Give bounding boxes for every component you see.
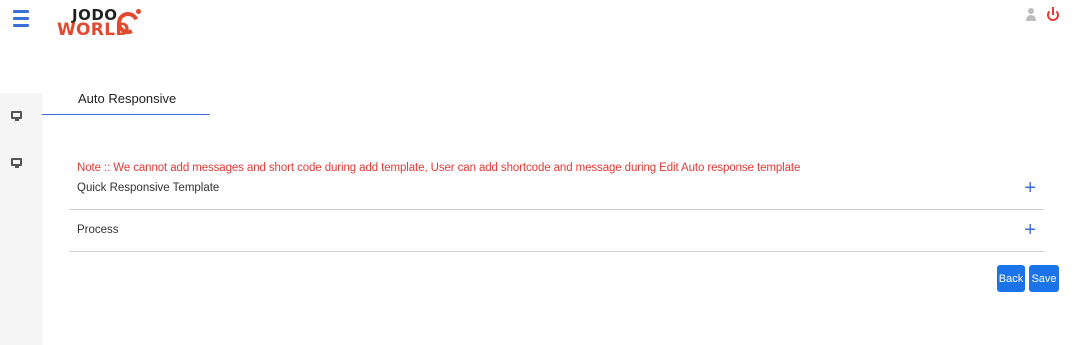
user-icon[interactable] — [1026, 8, 1036, 22]
back-button[interactable]: Back — [997, 265, 1025, 292]
accordion-process[interactable]: Process + — [69, 210, 1044, 252]
sidebar-item-monitor-1[interactable] — [11, 111, 23, 123]
globe-dot — [136, 9, 141, 14]
monitor-icon — [11, 158, 22, 166]
sidebar-item-monitor-2[interactable] — [11, 158, 23, 170]
accordion-label: Quick Responsive Template — [77, 182, 220, 194]
tab-auto-responsive[interactable]: Auto Responsive — [42, 88, 210, 115]
tab-label: Auto Responsive — [78, 91, 177, 106]
accordion-quick-responsive-template[interactable]: Quick Responsive Template + — [69, 168, 1044, 210]
accordion-label: Process — [77, 224, 119, 236]
sidebar — [0, 93, 42, 345]
monitor-icon — [11, 111, 22, 119]
plus-icon[interactable]: + — [1024, 178, 1036, 198]
plus-icon[interactable]: + — [1024, 220, 1036, 240]
save-button[interactable]: Save — [1029, 265, 1059, 292]
power-icon[interactable] — [1046, 6, 1060, 22]
logo[interactable]: JODO WORLD — [57, 6, 147, 40]
hamburger-menu-icon[interactable] — [13, 10, 29, 28]
top-bar: JODO WORLD — [0, 0, 1092, 48]
